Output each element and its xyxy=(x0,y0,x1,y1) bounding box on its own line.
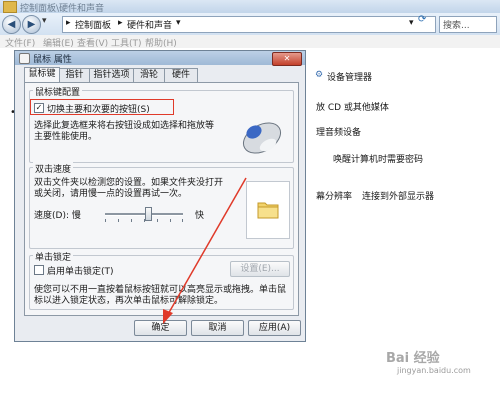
watermark-url: jingyan.baidu.com xyxy=(397,366,471,375)
watermark-logo: Bai 经验 xyxy=(386,351,440,366)
annotation-arrow-icon xyxy=(163,177,247,324)
